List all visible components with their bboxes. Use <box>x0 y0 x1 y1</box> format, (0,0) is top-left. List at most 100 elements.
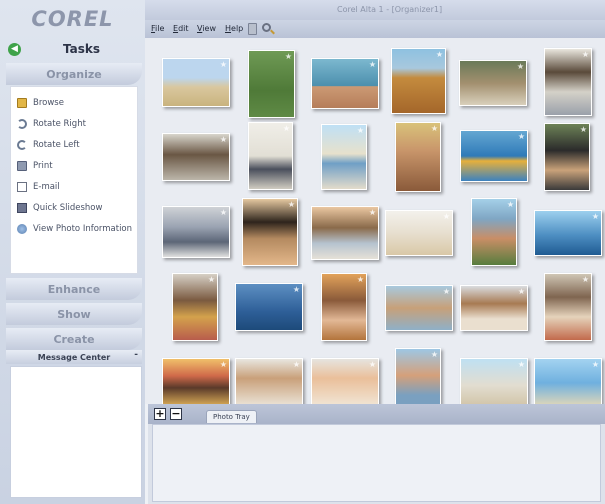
task-view-photo-information[interactable]: View Photo Information <box>17 221 132 237</box>
menu-edit[interactable]: Edit <box>173 24 189 33</box>
photo-thumbnail[interactable]: ★ <box>385 285 453 331</box>
section-show[interactable]: Show <box>6 303 142 325</box>
task-quick-slideshow[interactable]: Quick Slideshow <box>17 200 102 216</box>
message-center-header[interactable]: Message Center - <box>6 350 142 364</box>
photo-thumbnail[interactable]: ★ <box>460 285 528 331</box>
star-icon[interactable]: ★ <box>357 275 364 284</box>
photo-thumbnail[interactable]: ★ <box>391 48 446 114</box>
photo-thumbnail[interactable]: ★ <box>544 48 592 116</box>
photo-thumbnail[interactable]: ★ <box>311 206 379 260</box>
star-icon[interactable]: ★ <box>220 135 227 144</box>
tasks-header: ◀ Tasks <box>6 38 141 60</box>
task-label: Browse <box>33 98 64 108</box>
star-icon[interactable]: ★ <box>431 350 438 359</box>
rotate-right-icon <box>17 119 27 129</box>
photo-thumbnail[interactable]: ★ <box>544 123 590 191</box>
photo-thumbnail[interactable]: ★ <box>242 198 298 266</box>
photo-grid: ★ ★ ★ ★ ★ ★ ★ ★ ★ ★ ★ ★ ★ ★ ★ ★ ★ ★ ★ ★ … <box>145 38 605 404</box>
star-icon[interactable]: ★ <box>443 212 450 221</box>
menu-help[interactable]: Help <box>225 24 243 33</box>
rotate-left-icon <box>17 140 27 150</box>
star-icon[interactable]: ★ <box>592 212 599 221</box>
task-label: Print <box>33 161 53 171</box>
photo-thumbnail[interactable]: ★ <box>321 124 367 190</box>
photo-thumbnail[interactable]: ★ <box>235 283 303 331</box>
photo-thumbnail[interactable]: ★ <box>235 358 303 404</box>
star-icon[interactable]: ★ <box>582 275 589 284</box>
star-icon[interactable]: ★ <box>592 360 599 369</box>
email-icon <box>17 182 27 192</box>
star-icon[interactable]: ★ <box>518 287 525 296</box>
photo-thumbnail[interactable]: ★ <box>395 122 441 192</box>
star-icon[interactable]: ★ <box>507 200 514 209</box>
section-enhance[interactable]: Enhance <box>6 278 142 300</box>
star-icon[interactable]: ★ <box>283 124 290 133</box>
star-icon[interactable]: ★ <box>580 125 587 134</box>
star-icon[interactable]: ★ <box>518 132 525 141</box>
menu-file[interactable]: File <box>151 24 164 33</box>
task-label: E-mail <box>33 182 60 192</box>
section-organize[interactable]: Organize <box>6 63 142 85</box>
photo-tray-area[interactable] <box>152 424 601 502</box>
star-icon[interactable]: ★ <box>518 360 525 369</box>
star-icon[interactable]: ★ <box>582 50 589 59</box>
remove-from-tray-button[interactable]: − <box>170 408 182 420</box>
section-create[interactable]: Create <box>6 328 142 350</box>
photo-thumbnail[interactable]: ★ <box>534 358 602 404</box>
photo-thumbnail[interactable]: ★ <box>534 210 602 256</box>
task-browse[interactable]: Browse <box>17 95 64 111</box>
photo-thumbnail[interactable]: ★ <box>471 198 517 266</box>
task-print[interactable]: Print <box>17 158 53 174</box>
star-icon[interactable]: ★ <box>369 360 376 369</box>
star-icon[interactable]: ★ <box>369 208 376 217</box>
info-icon <box>17 224 27 234</box>
photo-tray-tab[interactable]: Photo Tray <box>206 410 257 423</box>
task-rotate-right[interactable]: Rotate Right <box>17 116 86 132</box>
star-icon[interactable]: ★ <box>208 275 215 284</box>
photo-thumbnail[interactable]: ★ <box>544 273 592 341</box>
star-icon[interactable]: ★ <box>293 285 300 294</box>
photo-thumbnail[interactable]: ★ <box>162 206 230 258</box>
star-icon[interactable]: ★ <box>220 60 227 69</box>
star-icon[interactable]: ★ <box>436 50 443 59</box>
task-rotate-left[interactable]: Rotate Left <box>17 137 80 153</box>
photo-thumbnail[interactable]: ★ <box>162 58 230 107</box>
star-icon[interactable]: ★ <box>285 52 292 61</box>
star-icon[interactable]: ★ <box>220 360 227 369</box>
organize-panel: Browse Rotate Right Rotate Left Print E-… <box>10 86 138 274</box>
slideshow-icon <box>17 203 27 213</box>
photo-thumbnail[interactable]: ★ <box>162 133 230 181</box>
corel-logo: COREL <box>31 7 114 31</box>
photo-tray-toolbar: + − Photo Tray <box>148 404 605 424</box>
photo-thumbnail[interactable]: ★ <box>460 358 528 404</box>
photo-thumbnail[interactable]: ★ <box>311 358 379 404</box>
collapse-icon[interactable]: - <box>134 350 138 360</box>
star-icon[interactable]: ★ <box>357 126 364 135</box>
photo-thumbnail[interactable]: ★ <box>248 50 295 118</box>
add-to-tray-button[interactable]: + <box>154 408 166 420</box>
photo-thumbnail[interactable]: ★ <box>459 60 527 106</box>
back-arrow-icon[interactable]: ◀ <box>8 42 21 56</box>
task-label: View Photo Information <box>33 224 133 234</box>
task-email[interactable]: E-mail <box>17 179 60 195</box>
star-icon[interactable]: ★ <box>517 62 524 71</box>
star-icon[interactable]: ★ <box>443 287 450 296</box>
magnifier-icon[interactable] <box>262 23 271 32</box>
star-icon[interactable]: ★ <box>431 124 438 133</box>
photo-thumbnail[interactable]: ★ <box>321 273 367 341</box>
task-label: Rotate Left <box>33 140 80 150</box>
star-icon[interactable]: ★ <box>220 208 227 217</box>
photo-thumbnail[interactable]: ★ <box>248 122 293 190</box>
photo-thumbnail[interactable]: ★ <box>311 58 379 109</box>
photo-thumbnail[interactable]: ★ <box>162 358 230 404</box>
message-center-label: Message Center <box>37 352 111 362</box>
star-icon[interactable]: ★ <box>293 360 300 369</box>
photo-thumbnail[interactable]: ★ <box>385 210 453 256</box>
photo-thumbnail[interactable]: ★ <box>460 130 528 182</box>
trash-icon[interactable] <box>248 23 257 35</box>
menu-view[interactable]: View <box>197 24 216 33</box>
photo-thumbnail[interactable]: ★ <box>395 348 441 404</box>
photo-thumbnail[interactable]: ★ <box>172 273 218 341</box>
star-icon[interactable]: ★ <box>369 60 376 69</box>
star-icon[interactable]: ★ <box>288 200 295 209</box>
